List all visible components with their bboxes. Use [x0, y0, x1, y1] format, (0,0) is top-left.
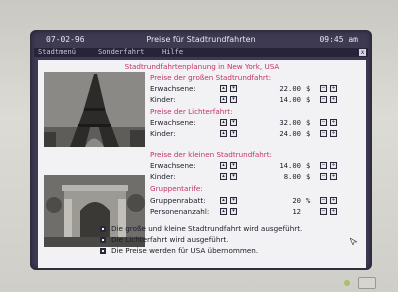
big-adult-up-button[interactable]: ▾ [230, 85, 237, 92]
small-child-unit: $ [306, 172, 311, 181]
menu-item-sonderfahrt[interactable]: Sonderfahrt [98, 48, 144, 57]
status-line[interactable]: Die Preise werden für USA übernommen. [100, 246, 258, 255]
small-child-label: Kinder: [150, 172, 176, 181]
checkbox-icon[interactable] [100, 237, 106, 243]
group-persons-label: Personenanzahl: [150, 207, 210, 216]
light-adult-value[interactable]: 32.00 [253, 118, 301, 127]
section-light-tour: Preise der Lichterfahrt: [150, 107, 233, 116]
monitor-button[interactable] [358, 277, 376, 289]
group-persons-minus-button[interactable]: − [320, 208, 327, 215]
group-discount-label: Gruppenrabatt: [150, 196, 206, 205]
small-adult-label: Erwachsene: [150, 161, 196, 170]
menu-item-stadtmenue[interactable]: Stadtmenü [38, 48, 76, 57]
group-discount-up-button[interactable]: ▾ [230, 197, 237, 204]
section-big-tour: Preise der großen Stadtrundfahrt: [150, 73, 272, 82]
light-adult-up-button[interactable]: ▾ [230, 119, 237, 126]
big-child-down-button[interactable]: ▴ [220, 96, 227, 103]
light-child-minus-button[interactable]: − [320, 130, 327, 137]
price-panel: Stadtrundfahrtenplanung in New York, USA [38, 60, 366, 268]
light-adult-plus-button[interactable]: + [330, 119, 337, 126]
light-child-value[interactable]: 24.00 [253, 129, 301, 138]
big-adult-minus-button[interactable]: − [320, 85, 327, 92]
light-adult-unit: $ [306, 118, 311, 127]
section-group-rates: Gruppentarife: [150, 184, 203, 193]
big-adult-unit: $ [306, 84, 311, 93]
screen: 07-02-96 Preise für Stadtrundfahrten 09:… [30, 30, 372, 270]
group-persons-down-button[interactable]: ▴ [220, 208, 227, 215]
small-child-up-button[interactable]: ▾ [230, 173, 237, 180]
small-adult-plus-button[interactable]: + [330, 162, 337, 169]
small-adult-up-button[interactable]: ▾ [230, 162, 237, 169]
light-child-unit: $ [306, 129, 311, 138]
big-adult-value[interactable]: 22.00 [253, 84, 301, 93]
checkbox-icon[interactable] [100, 248, 106, 254]
status-line[interactable]: Die Lichterfahrt wird ausgeführt. [100, 235, 228, 244]
group-discount-minus-button[interactable]: − [320, 197, 327, 204]
big-adult-plus-button[interactable]: + [330, 85, 337, 92]
light-child-plus-button[interactable]: + [330, 130, 337, 137]
small-adult-value[interactable]: 14.00 [253, 161, 301, 170]
panel-heading: Stadtrundfahrtenplanung in New York, USA [124, 62, 280, 71]
group-persons-up-button[interactable]: ▾ [230, 208, 237, 215]
power-light-icon [344, 280, 350, 286]
menu-item-hilfe[interactable]: Hilfe [162, 48, 183, 57]
light-adult-label: Erwachsene: [150, 118, 196, 127]
small-adult-minus-button[interactable]: − [320, 162, 327, 169]
close-icon[interactable]: x [359, 49, 366, 56]
big-child-label: Kinder: [150, 95, 176, 104]
light-child-down-button[interactable]: ▴ [220, 130, 227, 137]
group-persons-value[interactable]: 12 [253, 207, 301, 216]
big-adult-label: Erwachsene: [150, 84, 196, 93]
group-discount-value[interactable]: 20 [253, 196, 301, 205]
light-child-label: Kinder: [150, 129, 176, 138]
status-text: Die Preise werden für USA übernommen. [111, 246, 259, 255]
small-child-down-button[interactable]: ▴ [220, 173, 227, 180]
title-bar: 07-02-96 Preise für Stadtrundfahrten 09:… [30, 34, 372, 46]
light-child-up-button[interactable]: ▾ [230, 130, 237, 137]
light-adult-down-button[interactable]: ▴ [220, 119, 227, 126]
small-child-minus-button[interactable]: − [320, 173, 327, 180]
big-child-minus-button[interactable]: − [320, 96, 327, 103]
small-child-value[interactable]: 8.00 [253, 172, 301, 181]
group-discount-plus-button[interactable]: + [330, 197, 337, 204]
group-discount-down-button[interactable]: ▴ [220, 197, 227, 204]
checkbox-icon[interactable] [100, 226, 106, 232]
small-adult-unit: $ [306, 161, 311, 170]
big-child-value[interactable]: 14.00 [253, 95, 301, 104]
big-child-up-button[interactable]: ▾ [230, 96, 237, 103]
status-text: Die große und kleine Stadtrundfahrt wird… [111, 224, 303, 233]
eiffel-tower-photo [44, 72, 145, 147]
pointer-icon [350, 238, 357, 245]
menu-bar: Stadtmenü Sonderfahrt Hilfe x [34, 48, 368, 57]
big-adult-down-button[interactable]: ▴ [220, 85, 227, 92]
big-child-plus-button[interactable]: + [330, 96, 337, 103]
small-adult-down-button[interactable]: ▴ [220, 162, 227, 169]
status-text: Die Lichterfahrt wird ausgeführt. [111, 235, 229, 244]
section-small-tour: Preise der kleinen Stadtrundfahrt: [150, 150, 272, 159]
group-persons-plus-button[interactable]: + [330, 208, 337, 215]
small-child-plus-button[interactable]: + [330, 173, 337, 180]
window-clock: 09:45 am [319, 35, 358, 44]
big-child-unit: $ [306, 95, 311, 104]
light-adult-minus-button[interactable]: − [320, 119, 327, 126]
status-line[interactable]: Die große und kleine Stadtrundfahrt wird… [100, 224, 302, 233]
group-discount-unit: % [306, 196, 311, 205]
